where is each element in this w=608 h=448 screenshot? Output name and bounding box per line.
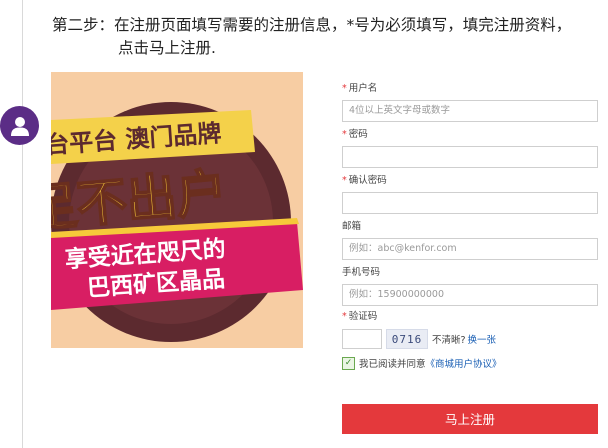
phone-field: 手机号码 例如：15900000000 (342, 266, 598, 306)
promo-banner: 台平台 澳门品牌 足不出户 享受近在咫尺的 巴西矿区晶品 (51, 72, 303, 348)
user-agreement-link[interactable]: 《商城用户协议》 (426, 356, 502, 370)
confirm-password-label: 确认密码 (348, 175, 387, 186)
user-icon (10, 116, 29, 136)
captcha-input[interactable] (342, 329, 382, 349)
agree-checkbox[interactable]: ✓ (342, 356, 355, 370)
confirm-password-input[interactable] (342, 192, 598, 214)
username-label: 用户名 (348, 83, 378, 94)
captcha-image[interactable]: 0716 (386, 329, 428, 349)
captcha-hint: 不清晰? (432, 335, 466, 346)
required-mark: * (342, 129, 347, 140)
captcha-label: 验证码 (348, 311, 378, 322)
phone-input[interactable]: 例如：15900000000 (342, 284, 598, 306)
email-input[interactable]: 例如：abc@kenfor.com (342, 238, 598, 260)
register-submit-button[interactable]: 马上注册 (342, 404, 598, 434)
password-input[interactable] (342, 146, 598, 168)
instruction-line-2: 点击马上注册. (118, 39, 216, 57)
step-instruction: 第二步：在注册页面填写需要的注册信息，*号为必须填写，填完注册资料， 点击马上注… (52, 14, 604, 60)
required-mark: * (342, 83, 347, 94)
required-mark: * (342, 311, 347, 322)
instruction-line-1: 第二步：在注册页面填写需要的注册信息，*号为必须填写，填完注册资料， (52, 16, 572, 34)
agreement-row: ✓ 我已阅读并同意 《商城用户协议》 (342, 356, 502, 370)
email-label: 邮箱 (342, 221, 362, 232)
password-label: 密码 (348, 129, 368, 140)
password-field: * 密码 (342, 128, 598, 168)
email-field: 邮箱 例如：abc@kenfor.com (342, 220, 598, 260)
username-input[interactable]: 4位以上英文字母或数字 (342, 100, 598, 122)
agree-text: 我已阅读并同意 (359, 359, 426, 370)
confirm-password-field: * 确认密码 (342, 174, 598, 214)
user-avatar[interactable] (0, 106, 39, 145)
captcha-field: * 验证码 0716 不清晰? 换一张 (342, 310, 598, 350)
required-mark: * (342, 175, 347, 186)
captcha-refresh-link[interactable]: 换一张 (468, 332, 497, 346)
left-rail-divider (22, 0, 23, 448)
username-field: * 用户名 4位以上英文字母或数字 (342, 82, 598, 122)
phone-label: 手机号码 (342, 267, 381, 278)
